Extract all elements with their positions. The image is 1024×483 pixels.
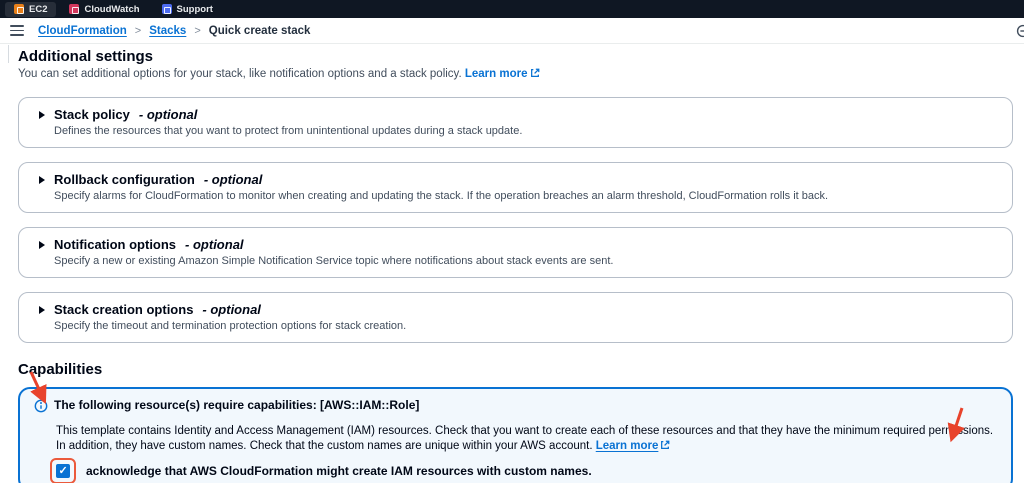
browser-tab-label: CloudWatch <box>84 3 140 15</box>
breadcrumb-stacks[interactable]: Stacks <box>149 25 186 37</box>
section-description: You can set additional options for your … <box>18 67 1013 83</box>
browser-tab-label: EC2 <box>29 3 48 15</box>
alert-title: The following resource(s) require capabi… <box>54 398 420 412</box>
alert-body: This template contains Identity and Acce… <box>56 424 995 455</box>
expandable-section-notification-options[interactable]: Notification options - optional Specify … <box>18 227 1013 278</box>
acknowledge-label: acknowledge that AWS CloudFormation migh… <box>86 464 592 478</box>
breadcrumb-bar: CloudFormation > Stacks > Quick create s… <box>0 18 1024 44</box>
browser-tab-support[interactable]: Support <box>153 2 222 17</box>
expandable-section-description: Defines the resources that you want to p… <box>54 125 523 137</box>
side-nav-divider <box>8 45 9 63</box>
expandable-section-stack-policy[interactable]: Stack policy - optional Defines the reso… <box>18 97 1013 148</box>
expand-caret-icon <box>39 305 45 314</box>
browser-tab-ec2[interactable]: EC2 <box>5 1 57 17</box>
browser-tab-bar: EC2 CloudWatch Support <box>0 0 1024 18</box>
learn-more-link[interactable]: Learn more <box>596 440 659 452</box>
breadcrumb-separator: > <box>134 24 142 37</box>
ec2-favicon-icon <box>14 4 24 14</box>
external-link-icon <box>660 440 670 455</box>
optional-label: - optional <box>185 237 244 252</box>
menu-icon[interactable] <box>10 25 24 36</box>
expandable-section-description: Specify the timeout and termination prot… <box>54 320 407 332</box>
cloudwatch-favicon-icon <box>69 4 80 14</box>
expandable-section-title: Notification options <box>54 237 177 252</box>
breadcrumb-current-page: Quick create stack <box>208 24 311 37</box>
expand-caret-icon <box>39 175 45 184</box>
optional-label: - optional <box>203 172 263 187</box>
expand-caret-icon <box>39 110 45 119</box>
external-link-icon <box>530 68 540 83</box>
acknowledge-checkbox[interactable] <box>56 464 70 478</box>
browser-tab-label: Support <box>176 3 213 15</box>
capabilities-alert: The following resource(s) require capabi… <box>18 387 1013 483</box>
breadcrumb-separator: > <box>194 24 201 37</box>
info-icon <box>34 399 48 418</box>
learn-more-link[interactable]: Learn more <box>465 68 528 80</box>
expandable-section-description: Specify a new or existing Amazon Simple … <box>54 255 614 267</box>
capabilities-title: Capabilities <box>18 361 103 378</box>
expandable-section-title: Rollback configuration <box>54 172 195 187</box>
expandable-section-rollback-configuration[interactable]: Rollback configuration - optional Specif… <box>18 162 1013 213</box>
expandable-section-description: Specify alarms for CloudFormation to mon… <box>54 190 829 202</box>
section-description-text: You can set additional options for your … <box>18 68 462 80</box>
page-section-title: Additional settings <box>18 48 153 65</box>
support-favicon-icon <box>161 4 172 14</box>
browser-tab-cloudwatch[interactable]: CloudWatch <box>60 2 148 17</box>
optional-label: - optional <box>202 302 261 317</box>
acknowledge-row: acknowledge that AWS CloudFormation migh… <box>50 458 995 483</box>
expandable-section-title: Stack policy <box>54 107 130 122</box>
main-content: Additional settings You can set addition… <box>0 44 1024 483</box>
breadcrumb-cloudformation[interactable]: CloudFormation <box>38 25 127 37</box>
optional-label: - optional <box>138 107 198 122</box>
expandable-section-title: Stack creation options <box>54 302 194 317</box>
expand-caret-icon <box>39 240 45 249</box>
info-panel-icon[interactable] <box>1016 24 1024 38</box>
alert-body-text: This template contains Identity and Acce… <box>56 425 994 452</box>
expandable-section-stack-creation-options[interactable]: Stack creation options - optional Specif… <box>18 292 1013 343</box>
